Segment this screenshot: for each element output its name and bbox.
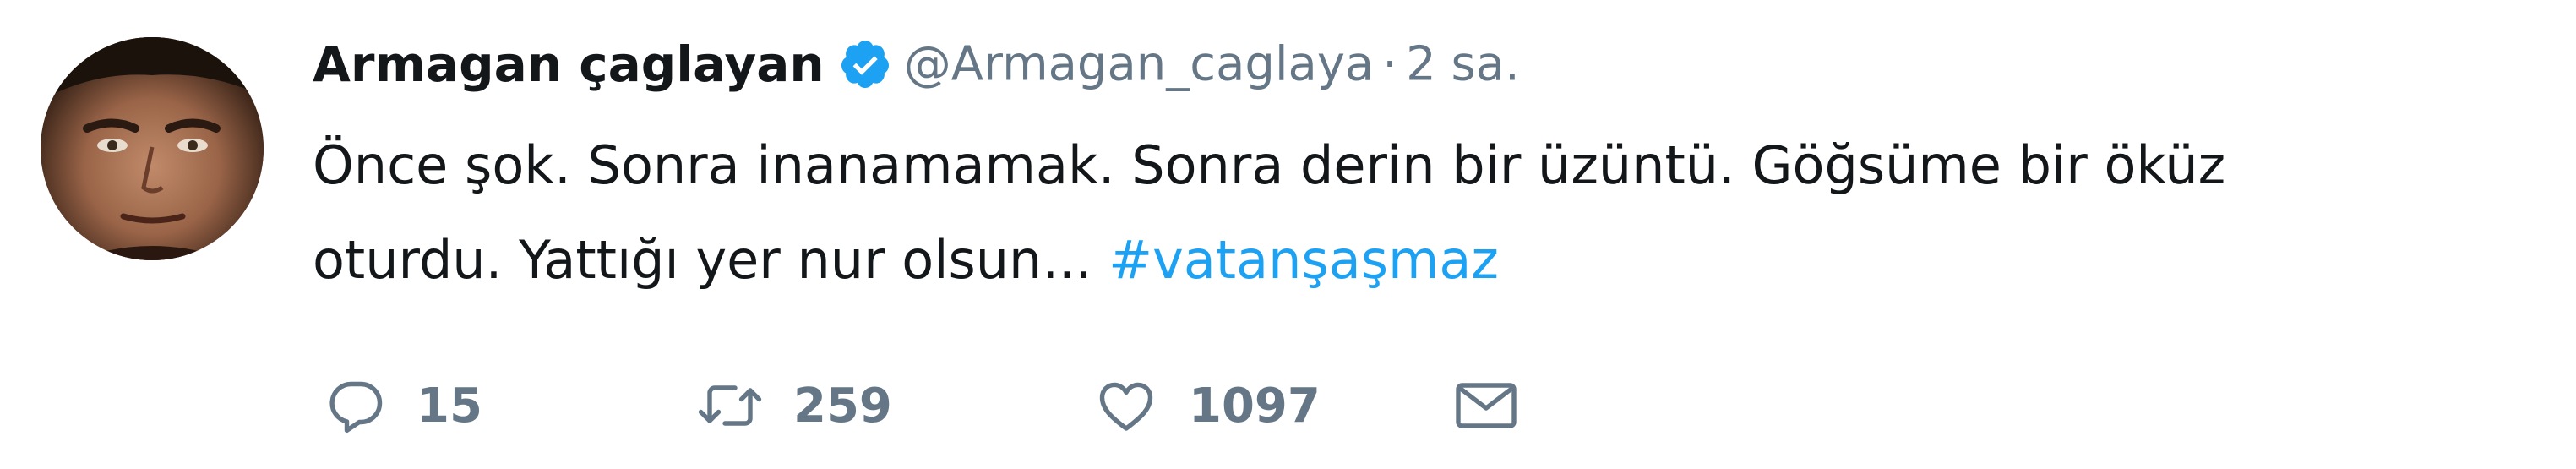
tweet-text-line-1: Önce şok. Sonra inanamamak. Sonra derin … [313,134,2226,196]
hashtag-link[interactable]: #vatanşaşmaz [1108,229,1499,291]
avatar[interactable] [41,37,264,260]
dm-button[interactable] [1453,363,1519,448]
retweet-button[interactable]: 259 [697,363,892,448]
reply-count: 15 [417,378,482,434]
envelope-icon [1453,375,1519,436]
tweet-card[interactable]: Armagan çaglayan @Armagan_caglaya · 2 sa. Ö… [0,0,2576,469]
timestamp[interactable]: 2 sa. [1406,37,1520,92]
tweet-header: Armagan çaglayan @Armagan_caglaya · 2 sa. [313,35,1520,112]
retweet-count: 259 [793,378,892,434]
tweet-text: Önce şok. Sonra inanamamak. Sonra derin … [313,118,2492,308]
user-handle[interactable]: @Armagan_caglaya [904,37,1375,92]
tweet-text-line-2: oturdu. Yattığı yer nur olsun... #vatanş… [313,213,2492,308]
like-button[interactable]: 1097 [1094,363,1321,448]
verified-badge-icon [838,37,892,91]
retweet-icon [697,375,763,436]
reply-button[interactable]: 15 [325,363,482,448]
heart-icon [1094,375,1158,436]
reply-icon [325,375,386,436]
separator-dot: · [1382,36,1398,92]
like-count: 1097 [1189,378,1321,434]
user-name[interactable]: Armagan çaglayan [313,35,825,93]
tweet-text-line-2-body: oturdu. Yattığı yer nur olsun... [313,229,1109,291]
